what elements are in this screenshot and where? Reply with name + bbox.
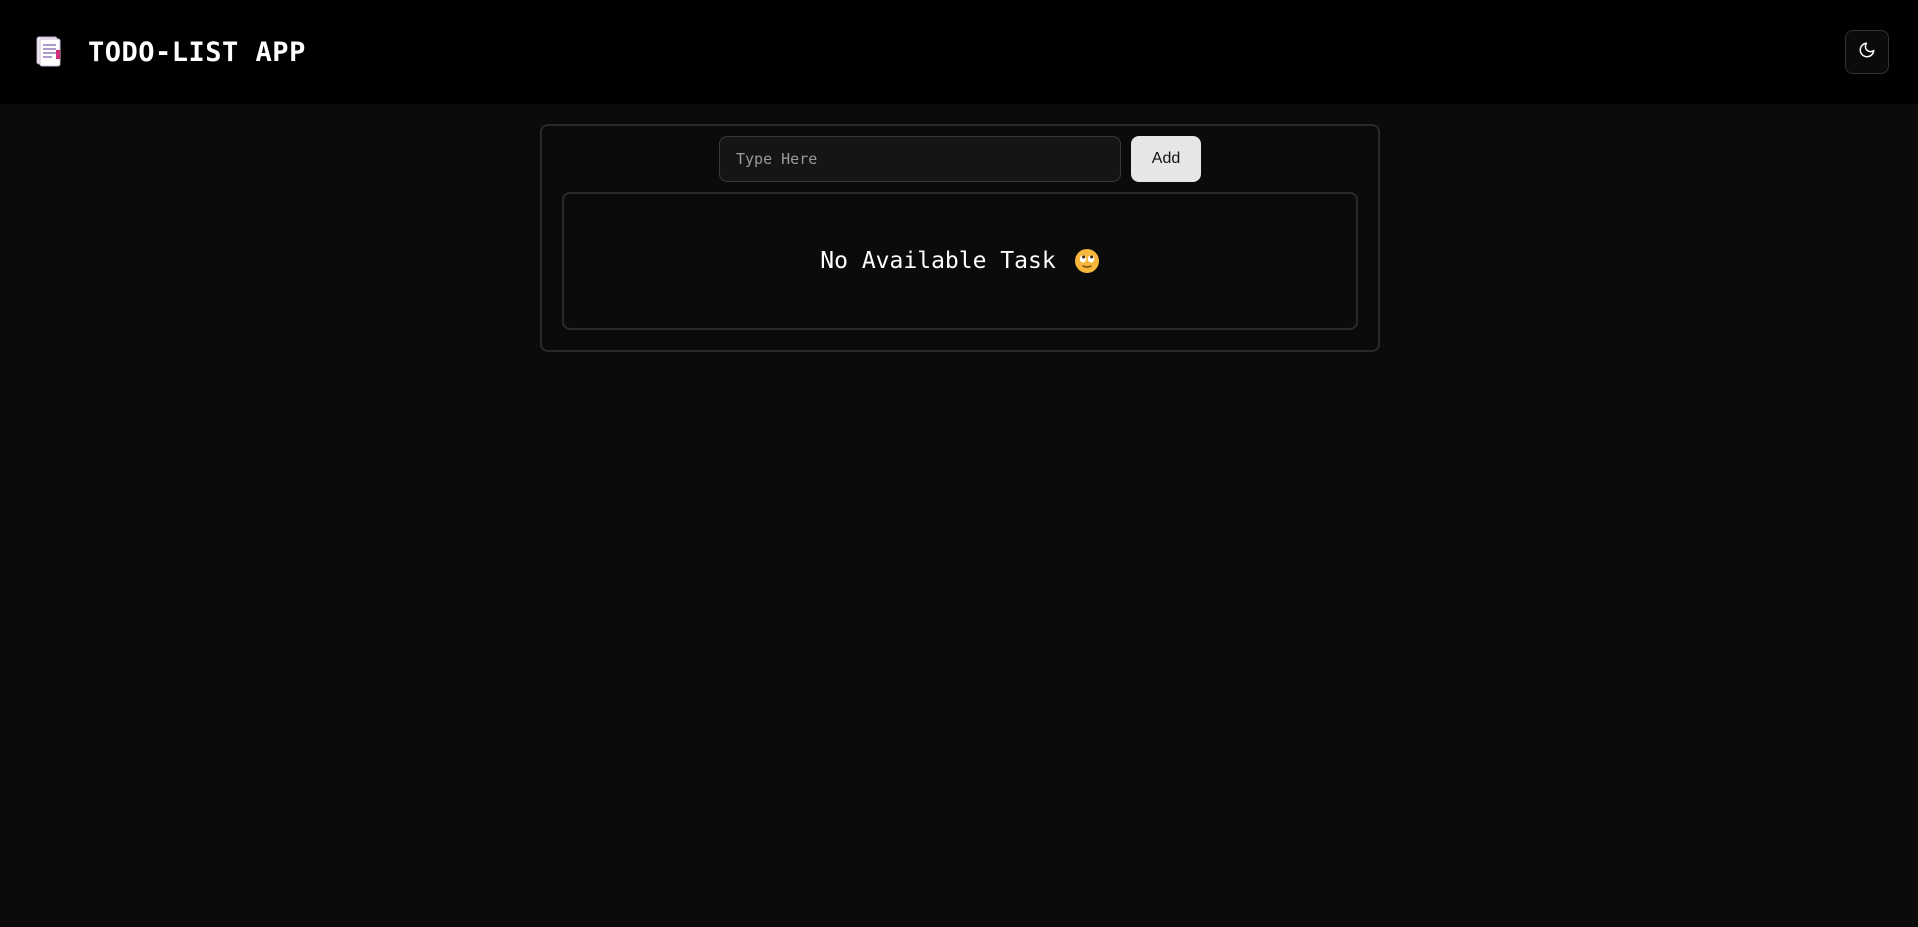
theme-toggle-button[interactable] — [1845, 30, 1889, 74]
notepad-icon — [34, 35, 64, 69]
app-header: TODO-LIST APP — [0, 0, 1918, 104]
moon-icon — [1858, 41, 1876, 63]
app-root: TODO-LIST APP Add No Available Task — [0, 0, 1918, 927]
empty-message-text: No Available Task — [820, 248, 1056, 274]
app-title: TODO-LIST APP — [88, 36, 306, 68]
rolling-eyes-emoji-icon — [1074, 248, 1100, 274]
task-list: No Available Task — [562, 192, 1358, 330]
add-button[interactable]: Add — [1131, 136, 1201, 182]
empty-state: No Available Task — [820, 248, 1099, 274]
task-input[interactable] — [719, 136, 1121, 182]
add-task-form: Add — [542, 136, 1378, 182]
todo-card: Add No Available Task — [540, 124, 1380, 352]
